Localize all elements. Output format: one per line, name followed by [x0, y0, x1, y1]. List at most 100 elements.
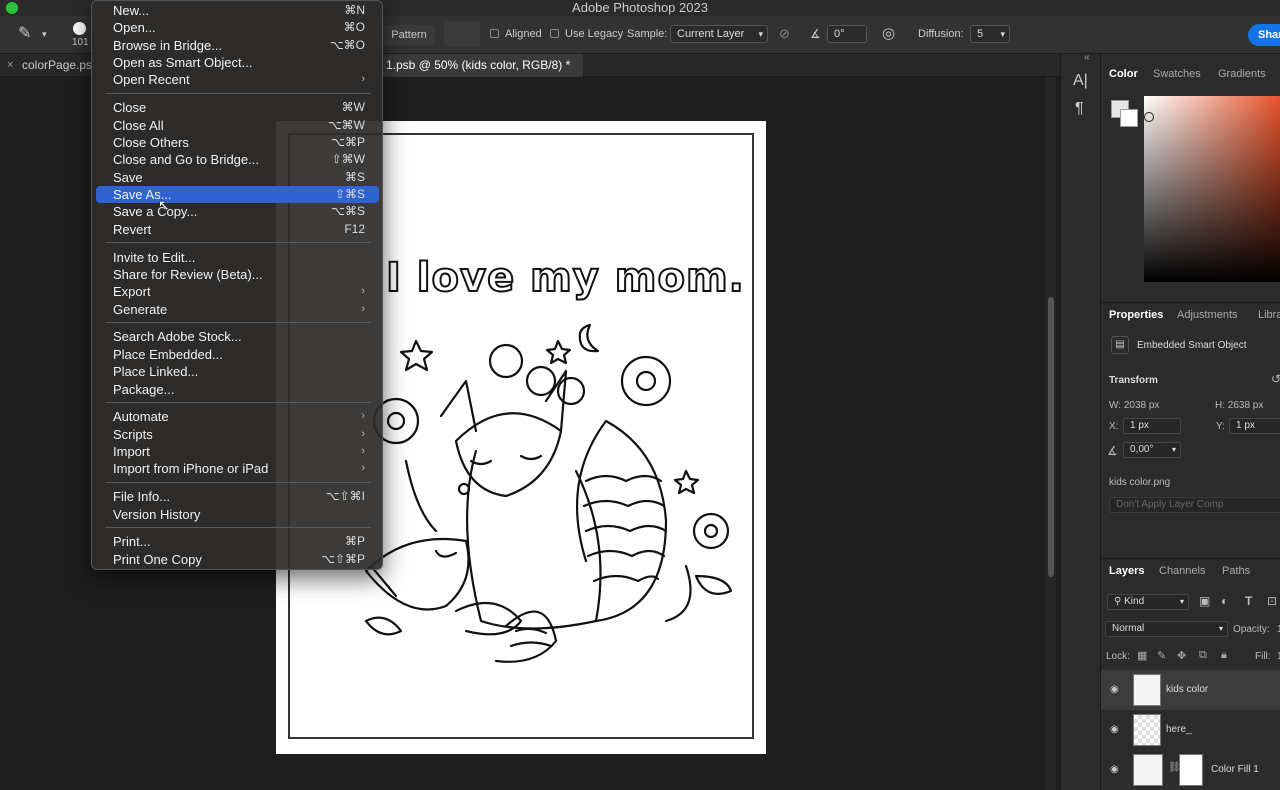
pattern-swatch[interactable] — [444, 21, 480, 47]
menu-item-new[interactable]: New... ⌘N — [96, 2, 379, 19]
tab-channels[interactable]: Channels — [1159, 559, 1205, 583]
window-close-dot[interactable] — [6, 2, 18, 14]
layers-panel-tabs: Layers Channels Paths — [1101, 558, 1280, 582]
menu-item-close-others[interactable]: Close Others ⌥⌘P — [96, 134, 379, 151]
menu-item-close-all[interactable]: Close All ⌥⌘W — [96, 117, 379, 134]
visibility-eye-icon[interactable]: ◉ — [1110, 764, 1119, 775]
canvas-scrollbar[interactable] — [1046, 77, 1056, 790]
smart-object-icon: ▤ — [1111, 336, 1129, 354]
adjustment-filter-icon[interactable]: ◐ — [1221, 594, 1228, 608]
tab-active-document[interactable]: 1.psb @ 50% (kids color, RGB/8) * — [383, 54, 583, 77]
layer-kind-filter[interactable]: ⚲ Kind ▾ — [1107, 594, 1189, 610]
menu-item-browse-in-bridge[interactable]: Browse in Bridge... ⌥⌘O — [96, 37, 379, 54]
lock-transparency-icon[interactable]: ▦ — [1137, 649, 1147, 662]
collapse-panels-icon[interactable]: « — [1084, 52, 1090, 63]
close-icon[interactable]: × — [7, 54, 13, 76]
tab-swatches[interactable]: Swatches — [1153, 62, 1201, 86]
menu-item-label: Search Adobe Stock... — [113, 329, 242, 345]
aligned-checkbox-box[interactable] — [490, 29, 499, 38]
tab-libraries[interactable]: Libra — [1258, 303, 1280, 327]
menu-item-search-adobe-stock[interactable]: Search Adobe Stock... — [96, 328, 379, 345]
tab-layers[interactable]: Layers — [1109, 559, 1144, 583]
chevron-right-icon: › — [361, 285, 365, 298]
layer-thumbnail — [1133, 674, 1161, 706]
share-button[interactable]: Share — [1248, 24, 1280, 46]
x-field[interactable]: 1 px — [1123, 418, 1181, 434]
pattern-button[interactable]: Pattern — [383, 25, 435, 45]
menu-item-save-as[interactable]: Save As... ⇧⌘S — [96, 186, 379, 204]
layer-row-here[interactable]: ◉ here_ — [1101, 710, 1280, 750]
menu-item-file-info[interactable]: File Info... ⌥⇧⌘I — [96, 488, 379, 505]
tab-properties[interactable]: Properties — [1109, 303, 1163, 327]
menu-item-close[interactable]: Close ⌘W — [96, 99, 379, 116]
pressure-size-icon[interactable]: ◎ — [882, 16, 895, 54]
menu-item-automate[interactable]: Automate › — [96, 408, 379, 425]
reset-transform-icon[interactable]: ↺ — [1271, 372, 1280, 386]
type-filter-icon[interactable]: T — [1245, 594, 1252, 608]
tab-adjustments[interactable]: Adjustments — [1177, 303, 1238, 327]
menu-item-close-and-go-to-bridge[interactable]: Close and Go to Bridge... ⇧⌘W — [96, 151, 379, 168]
lock-position-icon[interactable]: ✥ — [1177, 649, 1186, 662]
menu-item-place-embedded[interactable]: Place Embedded... — [96, 346, 379, 363]
pixel-filter-icon[interactable]: ▣ — [1199, 594, 1210, 608]
brush-size-value: 101 — [72, 37, 89, 48]
color-picker-field[interactable] — [1144, 96, 1280, 282]
rotation-field[interactable]: 0,00° ▾ — [1123, 442, 1181, 458]
lock-pixels-icon[interactable]: ✎ — [1157, 649, 1166, 662]
menu-item-open-recent[interactable]: Open Recent › — [96, 71, 379, 88]
character-panel-icon[interactable]: A| — [1073, 72, 1088, 90]
color-picker-handle[interactable] — [1144, 112, 1154, 122]
menu-item-revert[interactable]: Revert F12 — [96, 221, 379, 238]
menu-item-generate[interactable]: Generate › — [96, 301, 379, 318]
menu-item-version-history[interactable]: Version History — [96, 506, 379, 523]
menu-item-place-linked[interactable]: Place Linked... — [96, 363, 379, 380]
menu-separator — [105, 402, 371, 404]
lock-artboard-icon[interactable]: ⧉ — [1199, 649, 1207, 662]
menu-item-import[interactable]: Import › — [96, 443, 379, 460]
shape-filter-icon[interactable]: ⊡ — [1267, 594, 1277, 608]
layer-row-kids-color[interactable]: ◉ kids color — [1101, 670, 1280, 710]
menu-item-shortcut: ⌥⇧⌘P — [321, 551, 365, 566]
menu-item-label: Place Linked... — [113, 364, 199, 380]
angle-field[interactable]: 0° — [827, 25, 867, 43]
menu-item-scripts[interactable]: Scripts › — [96, 426, 379, 443]
menu-item-print[interactable]: Print... ⌘P — [96, 533, 379, 550]
menu-item-export[interactable]: Export › — [96, 283, 379, 300]
use-legacy-checkbox-box[interactable] — [550, 29, 559, 38]
layer-comp-select[interactable]: Don't Apply Layer Comp — [1109, 497, 1280, 513]
y-field[interactable]: 1 px — [1229, 418, 1280, 434]
tab-gradients[interactable]: Gradients — [1218, 62, 1266, 86]
menu-item-share-for-review-beta[interactable]: Share for Review (Beta)... — [96, 266, 379, 283]
menu-item-shortcut: ⌘S — [344, 169, 365, 184]
use-legacy-checkbox[interactable]: Use Legacy — [550, 16, 623, 54]
tool-preset-chevron-icon[interactable]: ▾ — [42, 16, 47, 54]
eraser-tool-icon[interactable]: ✎ — [18, 16, 31, 54]
tab-paths[interactable]: Paths — [1222, 559, 1250, 583]
tab-colorpage[interactable]: × colorPage.ps — [0, 54, 96, 77]
menu-item-open[interactable]: Open... ⌘O — [96, 19, 379, 36]
background-color-swatch[interactable] — [1120, 109, 1138, 127]
menu-item-open-as-smart-object[interactable]: Open as Smart Object... — [96, 54, 379, 71]
menu-item-print-one-copy[interactable]: Print One Copy ⌥⇧⌘P — [96, 551, 379, 568]
menu-item-package[interactable]: Package... — [96, 381, 379, 398]
menu-item-label: New... — [113, 3, 150, 18]
diffusion-field[interactable]: 5 ▾ — [970, 25, 1010, 43]
sample-select[interactable]: Current Layer ▾ — [670, 25, 768, 43]
paragraph-panel-icon[interactable]: ¶ — [1075, 100, 1084, 118]
layer-row-color-fill[interactable]: ◉ ⛓ Color Fill 1 — [1101, 750, 1280, 790]
aligned-checkbox[interactable]: Aligned — [490, 16, 542, 54]
menu-item-label: Browse in Bridge... — [113, 37, 223, 53]
menu-item-import-from-iphone-or-ipad[interactable]: Import from iPhone or iPad › — [96, 460, 379, 477]
menu-item-save-a-copy[interactable]: Save a Copy... ⌥⌘S — [96, 203, 379, 220]
lock-all-icon[interactable]: 🔒︎ — [1221, 649, 1227, 662]
menu-item-invite-to-edit[interactable]: Invite to Edit... — [96, 249, 379, 266]
visibility-eye-icon[interactable]: ◉ — [1110, 724, 1119, 735]
brush-preview-icon[interactable] — [73, 22, 86, 35]
blend-mode-select[interactable]: Normal ▾ — [1105, 621, 1228, 637]
opacity-label: Opacity: — [1233, 624, 1270, 635]
scrollbar-thumb[interactable] — [1048, 297, 1054, 577]
menu-item-save[interactable]: Save ⌘S — [96, 169, 379, 186]
visibility-eye-icon[interactable]: ◉ — [1110, 684, 1119, 695]
tab-color[interactable]: Color — [1109, 62, 1138, 86]
ignore-adjustment-layers-icon[interactable]: ⊘ — [779, 16, 790, 54]
